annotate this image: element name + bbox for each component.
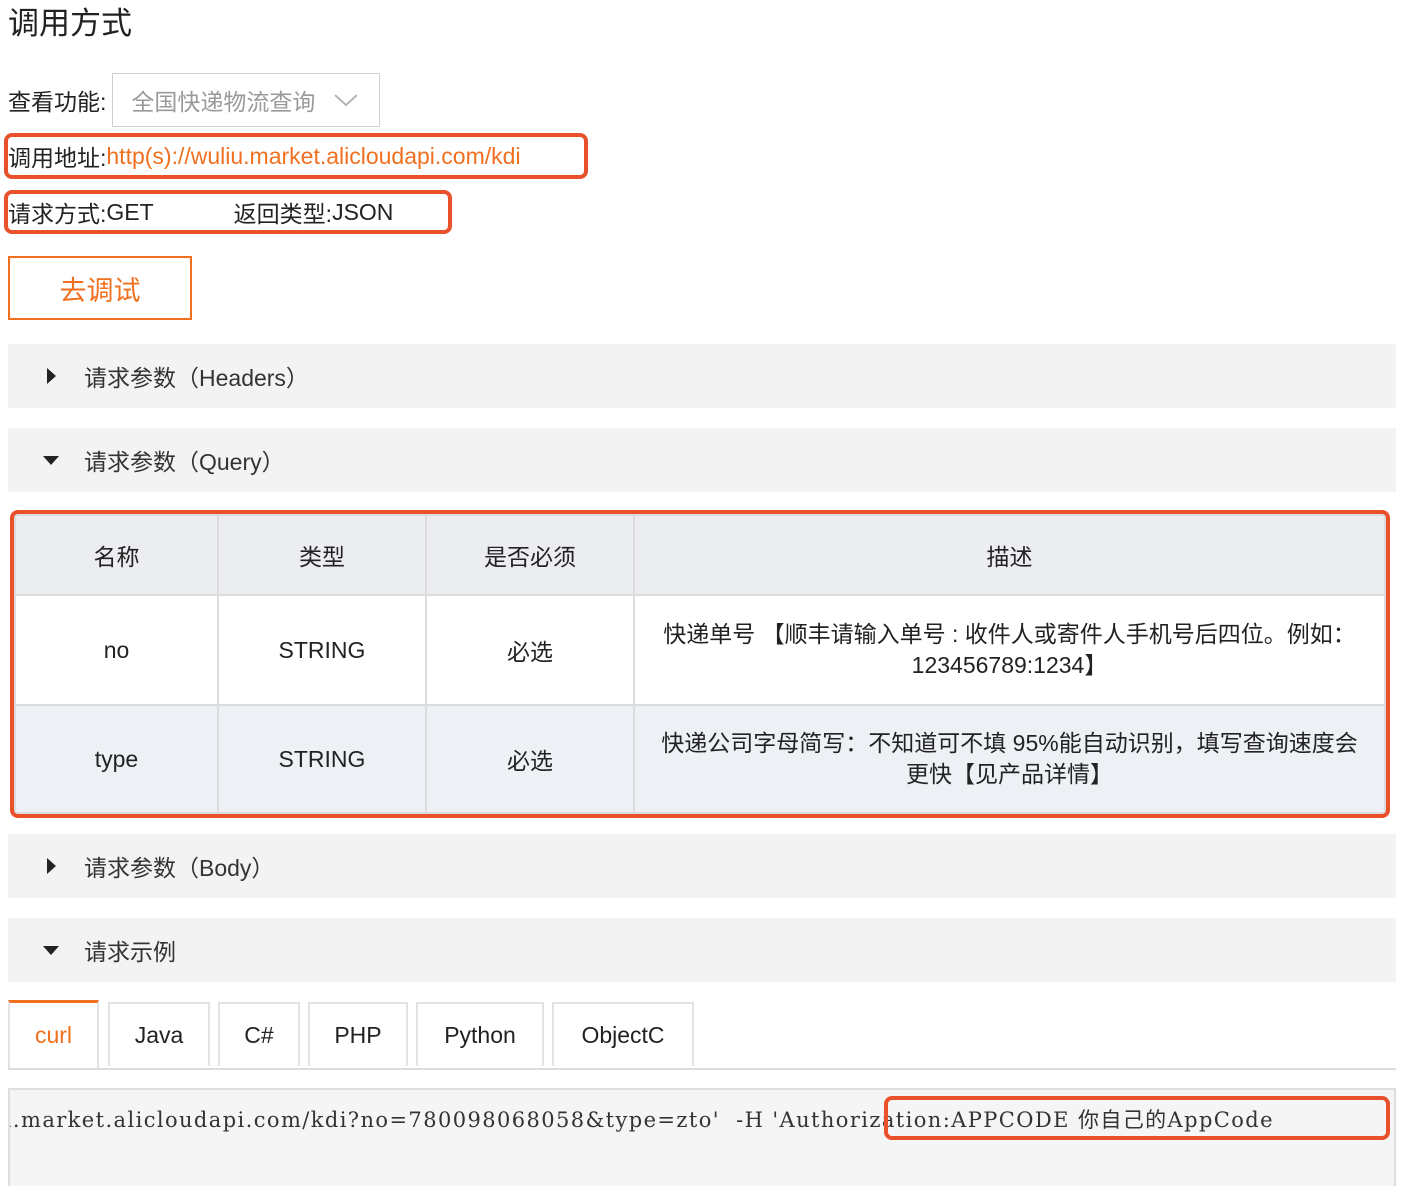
method-row: 请求方式: GET 返回类型: JSON	[8, 194, 393, 230]
debug-button[interactable]: 去调试	[8, 256, 192, 320]
function-select[interactable]: 全国快递物流查询	[112, 73, 381, 127]
address-url-link[interactable]: http(s)://wuliu.market.alicloudapi.com/k…	[106, 143, 520, 170]
tab-python[interactable]: Python	[416, 1002, 544, 1066]
headers-section-title: 请求参数（Headers）	[84, 365, 309, 391]
return-type-label: 返回类型:	[233, 201, 333, 227]
query-table-highlight	[10, 510, 1390, 818]
chevron-down-icon	[333, 87, 359, 114]
address-label: 调用地址:	[8, 145, 107, 171]
address-row: 调用地址: http(s)://wuliu.market.alicloudapi…	[8, 138, 521, 174]
example-section-toggle[interactable]: 请求示例	[8, 918, 1396, 982]
tab-java[interactable]: Java	[108, 1002, 210, 1066]
return-type-value: JSON	[332, 198, 394, 225]
caret-down-icon	[43, 455, 59, 465]
tab-curl[interactable]: curl	[8, 1000, 99, 1068]
tab-csharp[interactable]: C#	[218, 1002, 300, 1066]
query-section-toggle[interactable]: 请求参数（Query）	[8, 428, 1396, 492]
query-section-title: 请求参数（Query）	[84, 449, 285, 475]
function-row: 查看功能: 全国快递物流查询	[8, 72, 381, 128]
function-select-value: 全国快递物流查询	[131, 89, 316, 115]
api-call-page: 调用方式 查看功能: 全国快递物流查询 调用地址: http(s)://wuli…	[0, 0, 1416, 1186]
caret-down-icon	[43, 945, 59, 955]
body-section-title: 请求参数（Body）	[84, 855, 275, 881]
method-value: GET	[106, 198, 154, 225]
headers-section-toggle[interactable]: 请求参数（Headers）	[8, 344, 1396, 408]
tab-objectc[interactable]: ObjectC	[552, 1002, 694, 1066]
tab-php[interactable]: PHP	[308, 1002, 408, 1066]
example-section-title: 请求示例	[84, 939, 176, 965]
caret-right-icon	[44, 368, 58, 384]
function-label: 查看功能:	[8, 89, 107, 115]
body-section-toggle[interactable]: 请求参数（Body）	[8, 834, 1396, 898]
method-label: 请求方式:	[8, 201, 107, 227]
appcode-highlight	[884, 1096, 1390, 1140]
section-title: 调用方式	[8, 6, 132, 41]
code-language-tabs: curl Java C# PHP Python ObjectC	[8, 1000, 1396, 1070]
caret-right-icon	[44, 858, 58, 874]
